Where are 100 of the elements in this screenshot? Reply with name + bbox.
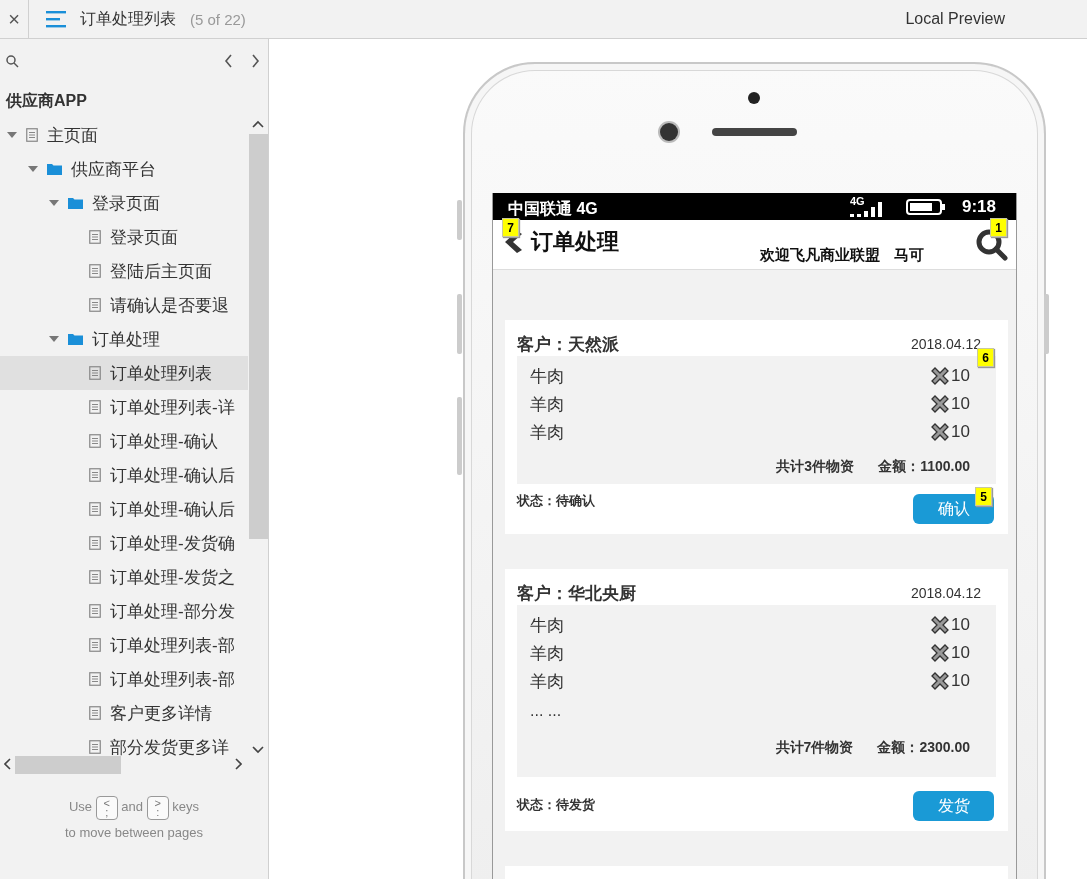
expanded-caret-icon[interactable] [7,131,17,139]
page-icon [89,706,101,720]
camera-dot [748,92,760,104]
multiply-icon [930,394,951,414]
customer-name: 客户：华北央厨 [517,582,636,605]
page-icon [89,400,101,414]
tree-item[interactable]: 部分发货更多详 [0,730,248,762]
quantity: 10 [951,422,970,442]
user-name: 马可 [894,246,924,265]
tree-item[interactable]: 订单处理 [0,322,248,356]
tree-item[interactable]: 订单处理列表-详 [0,390,248,424]
tree-item[interactable]: 订单处理-部分发 [0,594,248,628]
multiply-icon [930,422,951,442]
tree-item[interactable]: 订单处理列表-部 [0,628,248,662]
tree-item[interactable]: 请确认是否要退 [0,288,248,322]
order-amount: 金额：1100.00 [878,458,970,476]
folder-icon [68,333,83,345]
project-title: 供应商APP [6,91,87,111]
camera-lens [660,123,678,141]
expanded-caret-icon[interactable] [49,335,59,343]
page-title: 订单处理列表 [80,8,176,29]
multiply-icon [930,643,951,663]
order-date: 2018.04.12 [910,585,981,601]
tree-item[interactable]: 客户更多详情 [0,696,248,730]
page-icon [89,366,101,380]
expanded-caret-icon[interactable] [28,165,38,173]
quantity: 10 [951,643,970,663]
tree-item[interactable]: 供应商平台 [0,152,248,186]
annotation-marker: 5 [975,487,992,506]
item-name: 羊肉 [530,642,564,665]
order-amount: 金额：2300.00 [877,739,970,757]
search-icon[interactable] [6,54,19,68]
item-total: 共计3件物资 [776,458,855,476]
page-icon [89,740,101,754]
item-name: 羊肉 [530,393,564,416]
tree-item[interactable]: 登录页面 [0,220,248,254]
next-icon[interactable] [251,54,260,68]
more-items: ... ... [530,702,562,720]
page-icon [89,604,101,618]
tree-item[interactable]: 订单处理-发货确 [0,526,248,560]
page-icon [89,434,101,448]
tree-item[interactable]: 订单处理列表-部 [0,662,248,696]
tree-item[interactable]: 订单处理列表 [0,356,248,390]
previous-icon[interactable] [224,54,233,68]
scroll-up-icon[interactable] [252,120,264,128]
page-count: (5 of 22) [190,10,246,28]
order-status: 状态：待发货 [517,796,595,814]
item-name: 羊肉 [530,421,564,444]
order-status: 状态：待确认 [517,492,595,510]
page-icon [26,128,38,142]
expanded-caret-icon[interactable] [49,199,59,207]
keycap: < ; [95,795,118,820]
menu-icon[interactable] [46,10,68,28]
page-icon [89,298,101,312]
scroll-left-icon[interactable] [4,758,12,770]
customer-name: 客户：天然派 [517,333,619,356]
quantity: 10 [951,366,970,386]
quantity: 10 [951,394,970,414]
page-icon [89,536,101,550]
page-icon [89,468,101,482]
tree-item[interactable]: 主页面 [0,118,248,152]
multiply-icon [930,615,951,635]
multiply-icon [930,366,951,386]
tree-item[interactable]: 订单处理-确认后 [0,492,248,526]
screen-title: 订单处理 [531,228,619,256]
keycap: > : [146,795,169,820]
annotation-marker: 1 [990,218,1007,237]
status-time: 9:18 [961,196,996,217]
scrollbar-thumb[interactable] [15,756,121,774]
hint-text: keys [172,799,200,814]
tree-item[interactable]: 订单处理-确认 [0,424,248,458]
scrollbar-thumb[interactable] [249,134,268,539]
item-total: 共计7件物资 [775,739,854,757]
item-name: 牛肉 [530,365,564,388]
scroll-down-icon[interactable] [252,746,264,754]
quantity: 10 [951,615,970,635]
quantity: 10 [951,671,970,691]
folder-icon [68,197,83,209]
tree-item[interactable]: 订单处理-发货之 [0,560,248,594]
page-icon [89,502,101,516]
folder-icon [47,163,62,175]
annotation-marker: 7 [502,218,519,237]
hint-text: Use [68,799,93,814]
scroll-right-icon[interactable] [234,758,242,770]
carrier-name: 中国联通 4G [508,199,598,219]
hint-text: and [121,799,144,814]
tree-item[interactable]: 登陆后主页面 [0,254,248,288]
welcome-text: 欢迎飞凡商业联盟 [760,246,880,265]
page-icon [89,230,101,244]
network-label: 4G [849,194,865,207]
page-icon [89,264,101,278]
battery-icon [905,198,946,215]
item-name: 羊肉 [530,670,564,693]
close-button[interactable]: × [0,7,28,31]
tree-item[interactable]: 登录页面 [0,186,248,220]
tree-item[interactable]: 订单处理-确认后 [0,458,248,492]
page-icon [89,672,101,686]
page-icon [89,570,101,584]
page-icon [89,638,101,652]
annotation-marker: 6 [977,348,994,367]
